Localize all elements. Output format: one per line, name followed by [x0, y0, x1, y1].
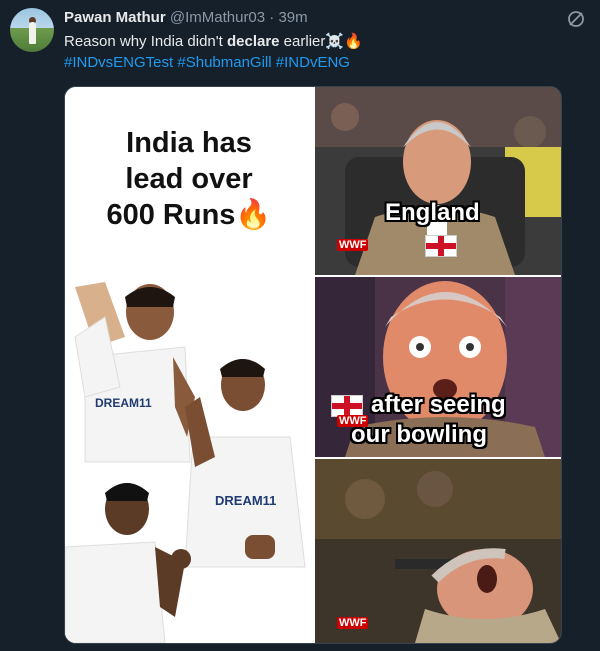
tweet-text-after: earlier☠️🔥 [279, 33, 363, 50]
avatar[interactable] [10, 8, 54, 52]
tweet[interactable]: Pawan Mathur @ImMathur03 · 39m Reason wh… [0, 0, 600, 651]
meme-caption-line-2: lead over [125, 163, 253, 195]
tweet-text-bold: declare [226, 33, 280, 50]
reaction-panel-after-seeing: after seeing our bowling WWF [315, 277, 561, 457]
meme-caption-panel: India has lead over 600 Runs🔥 [65, 87, 313, 275]
author-handle[interactable]: @ImMathur03 [170, 9, 265, 26]
tweet-text-before: Reason why India didn't [64, 33, 227, 50]
reaction-illustration-3 [315, 459, 561, 643]
avatar-figure [29, 22, 36, 44]
england-flag-icon [425, 235, 457, 257]
hashtag-indvsengtest[interactable]: #INDvsENGTest [64, 54, 173, 71]
meme-image[interactable]: India has lead over 600 Runs🔥 DREAM11 DR… [64, 86, 562, 644]
wwf-logo-3: WWF [337, 617, 369, 629]
wwf-logo-1: WWF [337, 239, 369, 251]
label-after-seeing-line-2: our bowling [351, 421, 487, 448]
hashtag-indveng[interactable]: #INDvENG [276, 54, 350, 71]
reaction-panel-collapse: WWF [315, 459, 561, 643]
meme-caption-line-3: 600 Runs🔥 [106, 199, 272, 231]
jersey-label-2: DREAM11 [215, 493, 276, 508]
grok-slash-icon[interactable] [566, 9, 586, 29]
tweet-text: Reason why India didn't declare earlier☠… [64, 32, 363, 52]
hashtag-shubmangill[interactable]: #ShubmanGill [177, 54, 271, 71]
bowlers-illustration: DREAM11 DREAM11 [65, 277, 313, 643]
label-england: England [385, 199, 480, 226]
meme-caption: India has lead over 600 Runs🔥 [65, 125, 313, 233]
england-flag-icon-2 [331, 395, 363, 417]
wwf-logo-2: WWF [337, 415, 369, 427]
label-after-seeing-line-1: after seeing [371, 391, 506, 418]
author-name[interactable]: Pawan Mathur [64, 9, 166, 26]
reaction-panel-england: England WWF [315, 87, 561, 275]
tweet-header: Pawan Mathur @ImMathur03 · 39m [64, 9, 308, 27]
meme-caption-line-1: India has [126, 127, 252, 159]
bowlers-panel: DREAM11 DREAM11 [65, 277, 313, 643]
header-separator: · [269, 9, 275, 26]
hashtags: #INDvsENGTest #ShubmanGill #INDvENG [64, 53, 350, 73]
tweet-time[interactable]: 39m [278, 9, 307, 26]
jersey-label-1: DREAM11 [95, 396, 152, 410]
